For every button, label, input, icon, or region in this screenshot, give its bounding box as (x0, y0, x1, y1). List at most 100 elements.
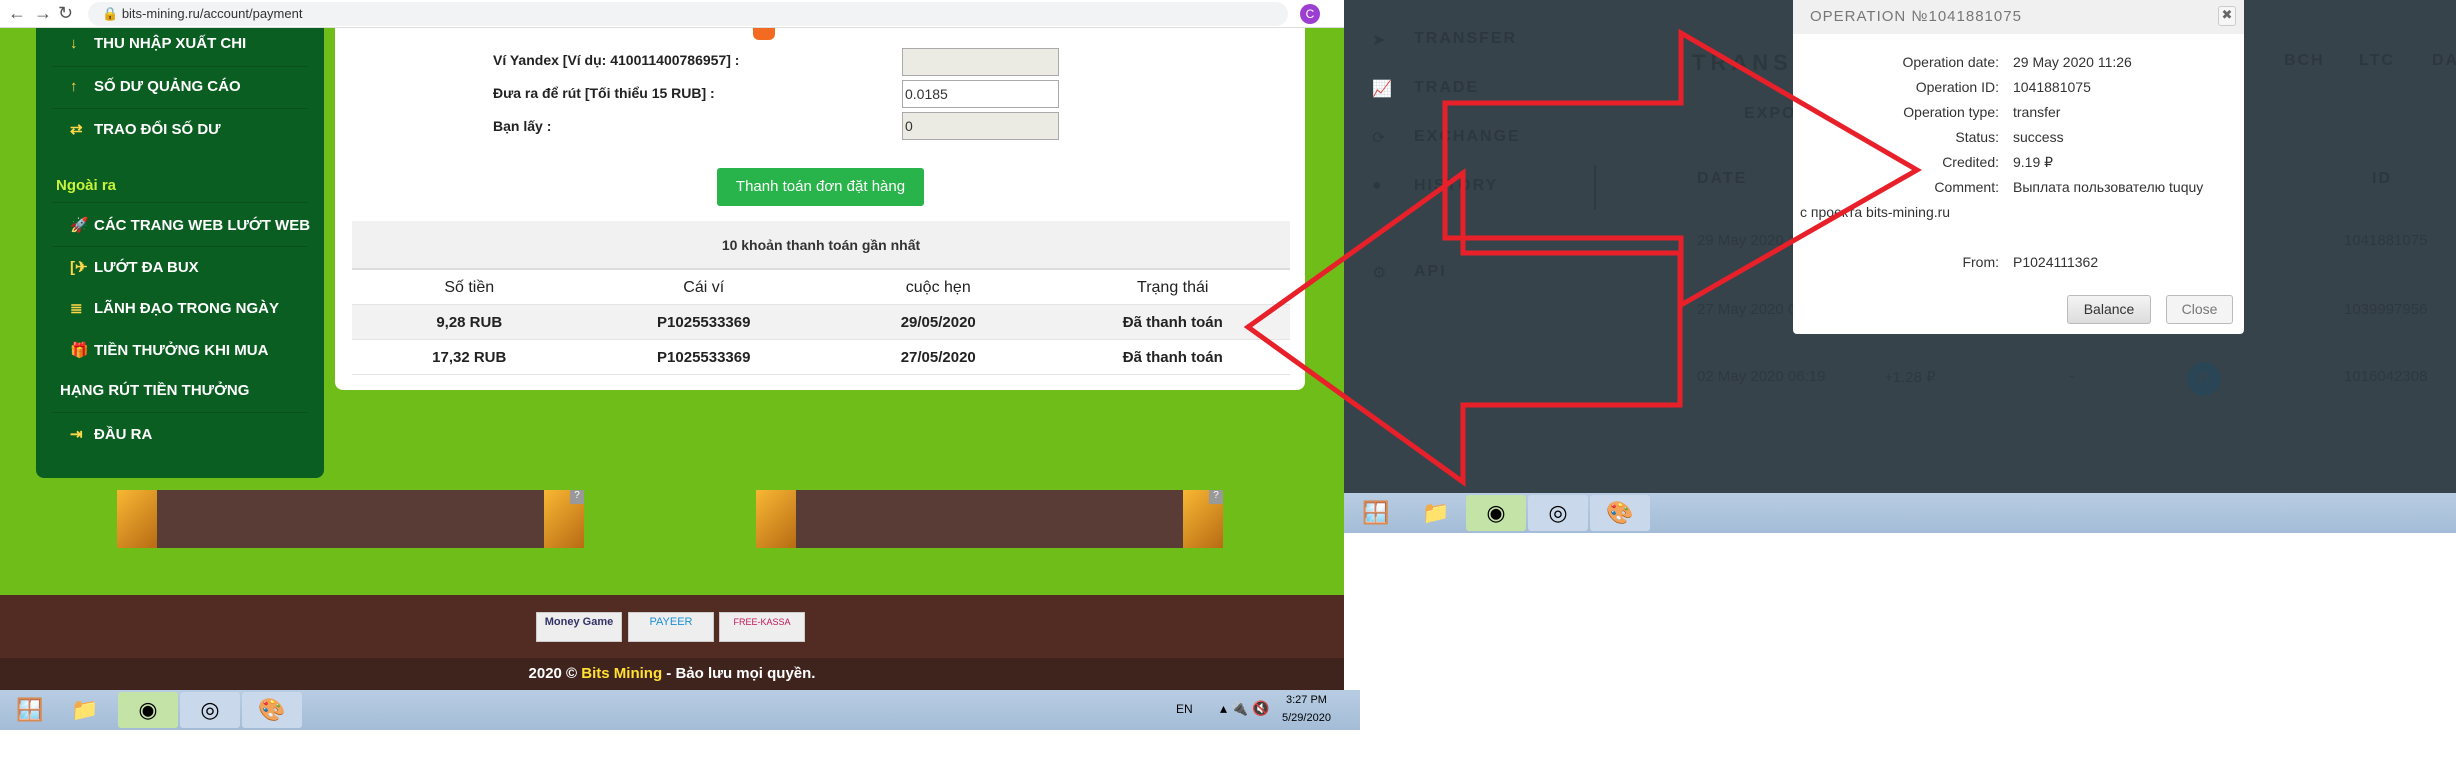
clock-date[interactable]: 5/29/2020 (1282, 712, 1331, 724)
nav-transfer[interactable]: TRANSFER (1414, 30, 1517, 48)
label: TRAO ĐỔI SỐ DƯ (94, 121, 221, 138)
brand-link[interactable]: Bits Mining (581, 665, 662, 682)
clock-time[interactable]: 3:27 PM (1286, 694, 1327, 706)
nav-api[interactable]: API (1414, 263, 1447, 281)
divider (1594, 165, 1596, 210)
gear-icon: ⚙ (1372, 265, 1387, 282)
label: CÁC TRANG WEB LƯỚT WEB (94, 217, 311, 234)
row-date: 29 May 2020 1 (1697, 232, 1797, 249)
nav-exchange[interactable]: EXCHANGE (1414, 128, 1521, 146)
ad-banner[interactable]: ? (117, 490, 584, 548)
from-value: P1024111362 (2013, 254, 2099, 270)
col-date: DATE (1697, 170, 1748, 187)
sidebar-item-bonus-rank[interactable]: HẠNG RÚT TIỀN THƯỞNG (60, 382, 249, 402)
close-button[interactable]: Close (2166, 295, 2233, 324)
field-label: Comment: (1934, 179, 1999, 195)
col-status: Trạng thái (1137, 279, 1209, 296)
from-label: From: (1962, 254, 1999, 270)
sidebar-item-income[interactable]: ↓ THU NHẬP XUẤT CHI (70, 35, 246, 55)
chrome-icon[interactable]: ◎ (180, 692, 240, 728)
balance-button[interactable]: Balance (2067, 295, 2151, 324)
chrome-icon[interactable]: ◎ (1528, 495, 1588, 531)
col-wallet: Cái ví (683, 279, 725, 296)
wallet-input[interactable] (902, 48, 1059, 76)
nav-trade[interactable]: TRADE (1414, 79, 1479, 97)
label: TIỀN THƯỞNG KHI MUA (94, 342, 269, 359)
coccoc-icon[interactable]: ◉ (1466, 495, 1526, 531)
clock-icon: ● (1372, 177, 1382, 194)
sign-out-icon: ⇥ (70, 426, 83, 443)
field-value: 29 May 2020 11:26 (2013, 54, 2132, 70)
nav-history[interactable]: HISTORY (1414, 177, 1498, 195)
paint-icon[interactable]: 🎨 (1590, 495, 1650, 531)
table-row: 9,28 RUB P1025533369 29/05/2020 Đã thanh… (352, 305, 1290, 340)
cell: Đã thanh toán (1122, 314, 1223, 331)
field-label: Operation type: (1903, 104, 1999, 120)
dialog-title: OPERATION №1041881075 (1793, 0, 2244, 34)
language-indicator[interactable]: EN (1176, 702, 1193, 716)
sidebar-item-purchase-bonus[interactable]: 🎁 TIỀN THƯỞNG KHI MUA (70, 341, 268, 361)
tab-dash[interactable]: DASH (2432, 52, 2456, 70)
tray-icons[interactable]: ▴ 🔌 🔇 (1220, 700, 1270, 717)
sidebar-item-exchange[interactable]: ⇄ TRAO ĐỔI SỐ DƯ (70, 120, 221, 140)
field-label: Status: (1955, 129, 1999, 145)
tab-ltc[interactable]: LTC (2359, 52, 2395, 70)
copyright: 2020 © Bits Mining - Bảo lưu mọi quyền. (0, 658, 1344, 690)
submit-payment-button[interactable]: Thanh toán đơn đặt hàng (717, 168, 924, 206)
surf-icon: [✈ (70, 259, 88, 276)
exchange-icon: ⟳ (1372, 130, 1386, 147)
sidebar-item-leaders[interactable]: ≣ LÃNH ĐẠO TRONG NGÀY (70, 299, 279, 319)
divider (52, 246, 308, 247)
back-icon[interactable]: ← (8, 3, 26, 24)
forward-icon[interactable]: → (34, 3, 52, 24)
reload-icon[interactable]: ↻ (58, 3, 73, 24)
sidebar: ↓ THU NHẬP XUẤT CHI ↑ SỐ DƯ QUẢNG CÁO ⇄ TRA… (36, 28, 324, 478)
row-id[interactable]: 1041881075 (2344, 232, 2427, 249)
cell: 9,28 RUB (436, 314, 503, 331)
coccoc-icon[interactable]: ◉ (118, 692, 178, 728)
sidebar-item-logout[interactable]: ⇥ ĐẦU RA (70, 425, 152, 445)
label: HẠNG RÚT TIỀN THƯỞNG (60, 382, 250, 399)
sidebar-item-surf-sites[interactable]: 🚀 CÁC TRANG WEB LƯỚT WEB (70, 216, 310, 236)
tab-bch[interactable]: BCH (2284, 52, 2325, 70)
payment-system-icon (753, 28, 775, 40)
field-label: Credited: (1942, 154, 1999, 170)
profile-avatar[interactable]: C (1300, 4, 1320, 24)
label: LÃNH ĐẠO TRONG NGÀY (94, 300, 279, 317)
explorer-icon[interactable]: 📁 (55, 692, 115, 728)
money-game-logo[interactable]: Money Game (536, 612, 622, 642)
field-value: 9.19 ₽ (2013, 154, 2054, 170)
cell: 17,32 RUB (432, 349, 507, 366)
paint-icon[interactable]: 🎨 (242, 692, 302, 728)
label: ĐẦU RA (94, 426, 153, 443)
chart-icon: 📈 (1372, 81, 1392, 98)
start-orb-icon[interactable]: 🪟 (1346, 495, 1406, 531)
address-bar[interactable]: 🔒 bits-mining.ru/account/payment (88, 2, 1288, 26)
cell: 27/05/2020 (900, 349, 976, 366)
row-date: 27 May 2020 09 (1697, 301, 1805, 318)
cell: Đã thanh toán (1122, 349, 1223, 366)
col-date: cuộc hẹn (905, 279, 971, 296)
explorer-icon[interactable]: 📁 (1406, 495, 1466, 531)
field-label: Operation ID: (1915, 79, 1999, 95)
ad-banner[interactable]: ? (756, 490, 1223, 548)
left-screen: ← → ↻ 🔒 bits-mining.ru/account/payment C… (0, 0, 1360, 780)
row-id[interactable]: 1016042308 (2344, 368, 2427, 385)
amount-input[interactable] (902, 80, 1059, 108)
payeer-logo[interactable]: PAYEER (628, 612, 714, 642)
sidebar-item-ad-balance[interactable]: ↑ SỐ DƯ QUẢNG CÁO (70, 78, 241, 98)
start-orb-icon[interactable]: 🪟 (0, 692, 60, 728)
close-icon[interactable]: ✖ (2218, 6, 2236, 26)
taskbar-right: 🪟 📁 ◉ ◎ 🎨 (1344, 493, 2456, 533)
sidebar-item-multi-bux[interactable]: [✈ LƯỚT ĐA BUX (70, 258, 199, 278)
cell: 29/05/2020 (900, 314, 976, 331)
wallet-label: Ví Yandex [Ví dụ: 410011400786957] : (493, 52, 740, 68)
free-kassa-logo[interactable]: FREE-KASSA (719, 612, 805, 642)
database-icon: ≣ (70, 300, 83, 317)
section-title: Ngoài ra (56, 177, 117, 194)
row-id[interactable]: 1039997956 (2344, 301, 2427, 318)
receive-input (902, 112, 1059, 140)
help-icon[interactable]: ? (1209, 490, 1223, 504)
arrow-up-icon: ↑ (70, 78, 78, 95)
help-icon[interactable]: ? (570, 490, 584, 504)
